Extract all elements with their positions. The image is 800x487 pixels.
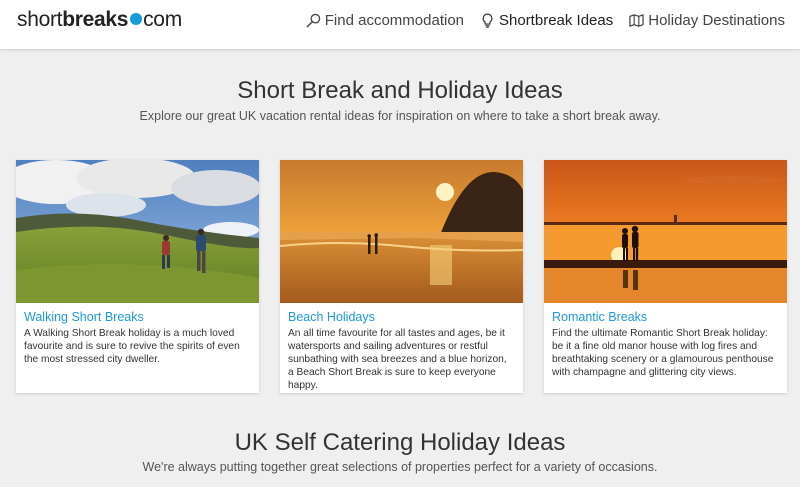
card-beach-title[interactable]: Beach Holidays bbox=[280, 303, 523, 324]
section-subtitle-self-catering: We're always putting together great sele… bbox=[142, 460, 658, 474]
nav-shortbreak-ideas-label: Shortbreak Ideas bbox=[499, 12, 614, 29]
search-icon bbox=[306, 13, 321, 28]
main-nav: Find accommodation Shortbreak Ideas Holi… bbox=[306, 12, 785, 29]
card-romantic-title[interactable]: Romantic Breaks bbox=[544, 303, 787, 324]
map-icon bbox=[629, 14, 644, 27]
card-walking-text: A Walking Short Break holiday is a much … bbox=[24, 328, 240, 365]
card-walking-short-breaks[interactable]: Walking Short Breaks A Walking Short Bre… bbox=[16, 160, 259, 393]
card-romantic-breaks[interactable]: Romantic Breaks Find the ultimate Romant… bbox=[544, 160, 787, 393]
card-romantic-text: Find the ultimate Romantic Short Break h… bbox=[552, 328, 774, 378]
logo-text-com: com bbox=[143, 8, 182, 31]
nav-find-accommodation[interactable]: Find accommodation bbox=[306, 12, 464, 29]
nav-holiday-destinations-label: Holiday Destinations bbox=[648, 12, 785, 29]
card-beach-text: An all time favourite for all tastes and… bbox=[288, 328, 507, 391]
logo-text-short: short bbox=[17, 8, 63, 31]
couple-sunset-photo[interactable] bbox=[544, 160, 787, 303]
lightbulb-icon bbox=[482, 13, 493, 28]
card-walking-title[interactable]: Walking Short Breaks bbox=[16, 303, 259, 324]
card-beach-holidays[interactable]: Beach Holidays An all time favourite for… bbox=[280, 160, 523, 393]
section-title-ideas: Short Break and Holiday Ideas bbox=[237, 77, 563, 104]
nav-holiday-destinations[interactable]: Holiday Destinations bbox=[629, 12, 785, 29]
beach-sunset-photo[interactable] bbox=[280, 160, 523, 303]
walking-photo[interactable] bbox=[16, 160, 259, 303]
nav-find-accommodation-label: Find accommodation bbox=[324, 12, 464, 29]
logo-dot bbox=[130, 13, 143, 25]
logo-text-breaks: breaks bbox=[62, 8, 129, 31]
section-subtitle-ideas: Explore our great UK vacation rental ide… bbox=[139, 109, 661, 123]
site-header: shortbreaks com Find accommodation Shortb… bbox=[0, 0, 800, 50]
site-logo[interactable]: shortbreaks com bbox=[17, 8, 182, 32]
nav-shortbreak-ideas[interactable]: Shortbreak Ideas bbox=[480, 12, 613, 29]
section-title-self-catering: UK Self Catering Holiday Ideas bbox=[234, 429, 566, 456]
